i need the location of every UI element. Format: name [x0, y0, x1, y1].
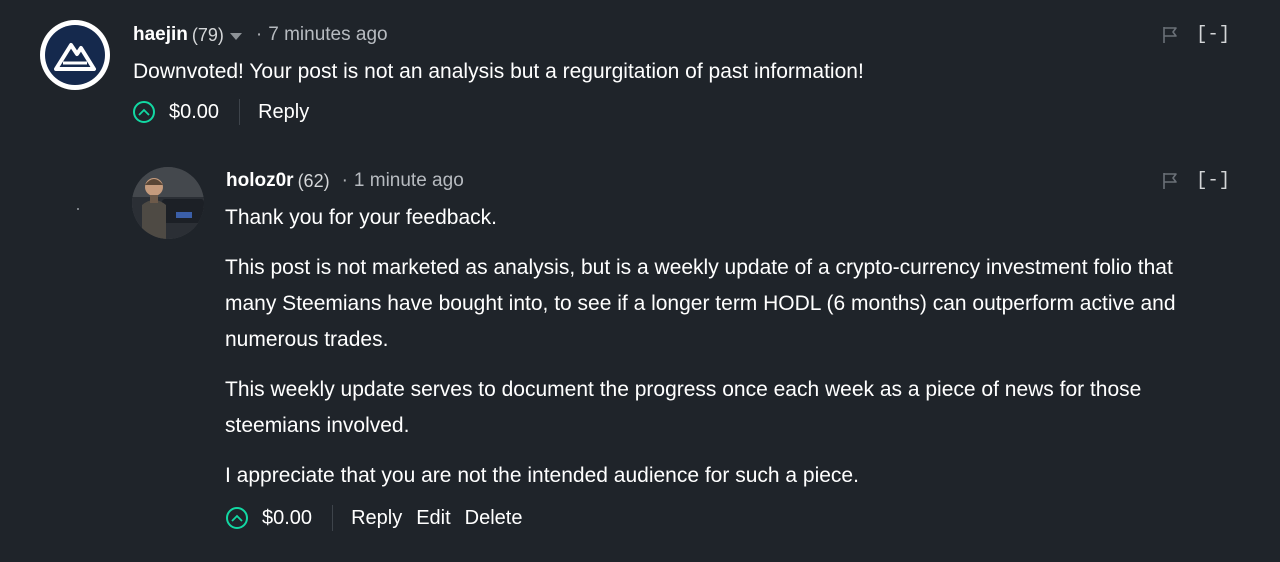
comment-paragraph: I appreciate that you are not the intend… — [225, 464, 859, 487]
collapse-button[interactable]: [-] — [1196, 23, 1230, 45]
timestamp[interactable]: 1 minute ago — [354, 170, 464, 192]
mountain-logo-icon — [45, 25, 105, 85]
comment-footer: $0.00 Reply — [133, 99, 323, 125]
edit-button[interactable]: Edit — [416, 507, 450, 530]
collapse-button[interactable]: [-] — [1196, 169, 1230, 191]
author-reputation: (79) — [191, 24, 224, 45]
timestamp[interactable]: 7 minutes ago — [268, 24, 387, 46]
reply-button[interactable]: Reply — [351, 507, 402, 530]
comment-body: Thank you for your feedback. This post i… — [225, 200, 1225, 508]
chevron-up-icon — [138, 108, 150, 116]
comment-footer: $0.00 Reply Edit Delete — [226, 505, 536, 531]
flag-icon[interactable] — [1162, 26, 1178, 49]
comment-paragraph: This post is not marketed as analysis, b… — [225, 256, 1176, 351]
comment-paragraph: Thank you for your feedback. — [225, 206, 497, 229]
separator-dot: · — [341, 170, 348, 191]
payout-value[interactable]: $0.00 — [169, 101, 219, 124]
comment-header: holoz0r (62) · 1 minute ago — [226, 168, 464, 194]
comment-body: Downvoted! Your post is not an analysis … — [133, 60, 864, 83]
flag-icon[interactable] — [1162, 172, 1178, 195]
upvote-button[interactable] — [133, 101, 155, 123]
separator-dot: · — [255, 24, 263, 45]
divider — [239, 99, 241, 125]
reply-button[interactable]: Reply — [258, 101, 309, 124]
comment-thread: haejin (79) · 7 minutes ago [-] Downvote… — [0, 0, 1280, 562]
avatar[interactable] — [132, 167, 204, 239]
author-name[interactable]: haejin — [133, 24, 188, 46]
user-photo-avatar — [132, 167, 204, 239]
decorative-dot — [77, 208, 79, 210]
payout-value[interactable]: $0.00 — [262, 507, 312, 530]
delete-button[interactable]: Delete — [465, 507, 523, 530]
comment-paragraph: This weekly update serves to document th… — [225, 378, 1142, 437]
comment-header: haejin (79) · 7 minutes ago — [133, 22, 388, 48]
author-name[interactable]: holoz0r — [226, 170, 294, 192]
author-reputation: (62) — [297, 170, 330, 191]
chevron-up-icon — [231, 514, 243, 522]
avatar[interactable] — [40, 20, 110, 90]
chevron-down-icon[interactable] — [229, 25, 242, 47]
upvote-button[interactable] — [226, 507, 248, 529]
divider — [332, 505, 334, 531]
